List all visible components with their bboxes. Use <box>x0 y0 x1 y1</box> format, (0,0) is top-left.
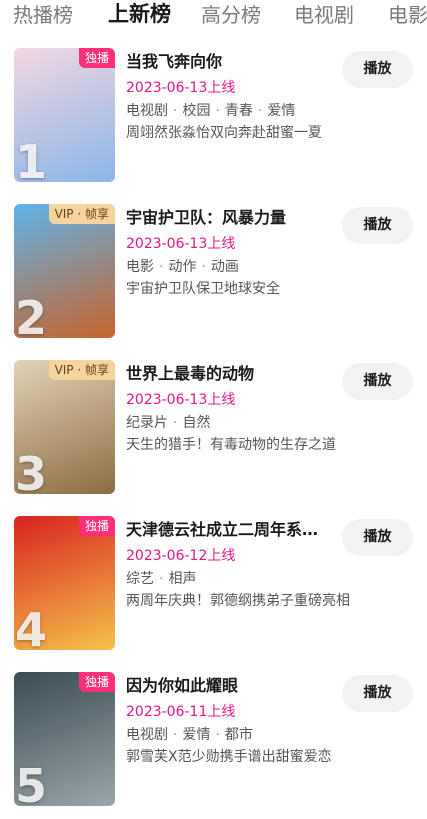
poster-badge: 独播 <box>78 48 115 68</box>
play-button[interactable]: 播放 <box>342 675 413 712</box>
item-title[interactable]: 世界上最毒的动物 <box>126 363 336 385</box>
genre-tag: 爱情 <box>182 727 211 743</box>
release-date: 2023-06-13上线 <box>126 236 236 252</box>
genre-tags: 电视剧 · 校园 · 青春 · 爱情 <box>126 101 295 121</box>
genre-tag: 青春 <box>224 103 253 119</box>
poster-badge: 独播 <box>78 672 115 692</box>
poster-thumbnail[interactable]: 独播 5 <box>14 672 115 806</box>
play-button[interactable]: 播放 <box>342 51 413 88</box>
genre-tag: 电视剧 <box>126 103 168 119</box>
poster-badge: VIP · 帧享 <box>48 204 115 224</box>
tab-movies[interactable]: 电影 <box>388 3 427 27</box>
poster-thumbnail[interactable]: 独播 4 <box>14 516 115 650</box>
tag-separator: · <box>159 259 164 275</box>
play-button[interactable]: 播放 <box>342 519 413 556</box>
category-tab-bar: 热播榜 上新榜 高分榜 电视剧 电影 <box>0 0 427 34</box>
release-date: 2023-06-12上线 <box>126 548 236 564</box>
genre-tag: 相声 <box>168 571 197 587</box>
genre-tag: 纪录片 <box>126 415 168 431</box>
tag-separator: · <box>257 103 263 119</box>
tag-separator: · <box>215 727 220 743</box>
item-title[interactable]: 宇宙护卫队：风暴力量 <box>126 207 336 229</box>
poster-thumbnail[interactable]: 独播 1 <box>14 48 115 182</box>
item-description: 两周年庆典！郭德纲携弟子重磅亮相 <box>126 593 350 609</box>
tag-separator: · <box>215 103 220 119</box>
poster-thumbnail[interactable]: VIP · 帧享 2 <box>14 204 115 338</box>
tag-separator: · <box>173 727 178 743</box>
genre-tag: 爱情 <box>267 103 296 119</box>
tab-new[interactable]: 上新榜 <box>108 2 171 26</box>
release-date: 2023-06-13上线 <box>126 80 236 96</box>
list-item[interactable]: 独播 1 当我飞奔向你 2023-06-13上线 电视剧 · 校园 · 青春 · 爱情 周翊然张淼怡双… <box>0 40 427 182</box>
rank-number: 1 <box>15 135 48 182</box>
genre-tag: 都市 <box>224 727 253 743</box>
release-date: 2023-06-13上线 <box>126 392 236 408</box>
tag-separator: · <box>201 259 206 275</box>
genre-tags: 电影 · 动作 · 动画 <box>126 257 239 277</box>
item-title[interactable]: 当我飞奔向你 <box>126 51 336 73</box>
poster-badge: 独播 <box>78 516 115 536</box>
genre-tags: 综艺 · 相声 <box>126 569 196 589</box>
genre-tag: 电影 <box>126 259 154 275</box>
play-button[interactable]: 播放 <box>342 363 413 400</box>
rank-number: 3 <box>15 447 48 494</box>
genre-tag: 动画 <box>210 259 239 275</box>
genre-tag: 动作 <box>168 259 197 275</box>
tab-tv-series[interactable]: 电视剧 <box>294 3 354 27</box>
list-item[interactable]: VIP · 帧享 3 世界上最毒的动物 2023-06-13上线 纪录片 · 自然天生的猎手… <box>0 352 427 494</box>
play-button[interactable]: 播放 <box>342 207 413 244</box>
rank-number: 2 <box>15 291 48 338</box>
list-item[interactable]: 独播 4 天津德云社成立二周年系… 2023-06-12上线 综艺 · 相声两周年庆典！郭德… <box>0 508 427 650</box>
genre-tags: 电视剧 · 爱情 · 都市 <box>126 725 253 745</box>
genre-tags: 纪录片 · 自然 <box>126 413 210 433</box>
item-description: 宇宙护卫队保卫地球安全 <box>126 281 280 297</box>
tag-separator: · <box>173 103 178 119</box>
tab-hot[interactable]: 热播榜 <box>13 3 73 27</box>
list-item[interactable]: 独播 5 因为你如此耀眼 2023-06-11上线 电视剧 · 爱情 · 都市 郭雪芙X范少勋携手… <box>0 664 427 806</box>
item-title[interactable]: 天津德云社成立二周年系… <box>126 519 336 541</box>
poster-thumbnail[interactable]: VIP · 帧享 3 <box>14 360 115 494</box>
list-item[interactable]: VIP · 帧享 2 宇宙护卫队：风暴力量 2023-06-13上线 电影 · 动作 · 动画宇… <box>0 196 427 338</box>
rank-number: 5 <box>15 759 48 806</box>
item-description: 天生的猎手！有毒动物的生存之道 <box>126 437 336 453</box>
tag-separator: · <box>159 571 164 587</box>
tab-top-rated[interactable]: 高分榜 <box>201 3 261 27</box>
item-title[interactable]: 因为你如此耀眼 <box>126 675 336 697</box>
tag-separator: · <box>173 415 178 431</box>
item-description: 郭雪芙X范少勋携手谱出甜蜜爱恋 <box>126 749 332 765</box>
genre-tag: 自然 <box>182 415 211 431</box>
genre-tag: 电视剧 <box>126 727 168 743</box>
genre-tag: 综艺 <box>126 571 154 587</box>
release-date: 2023-06-11上线 <box>126 704 236 720</box>
item-description: 周翊然张淼怡双向奔赴甜蜜一夏 <box>126 125 322 141</box>
genre-tag: 校园 <box>182 103 211 119</box>
rank-number: 4 <box>15 603 48 650</box>
poster-badge: VIP · 帧享 <box>48 360 115 380</box>
